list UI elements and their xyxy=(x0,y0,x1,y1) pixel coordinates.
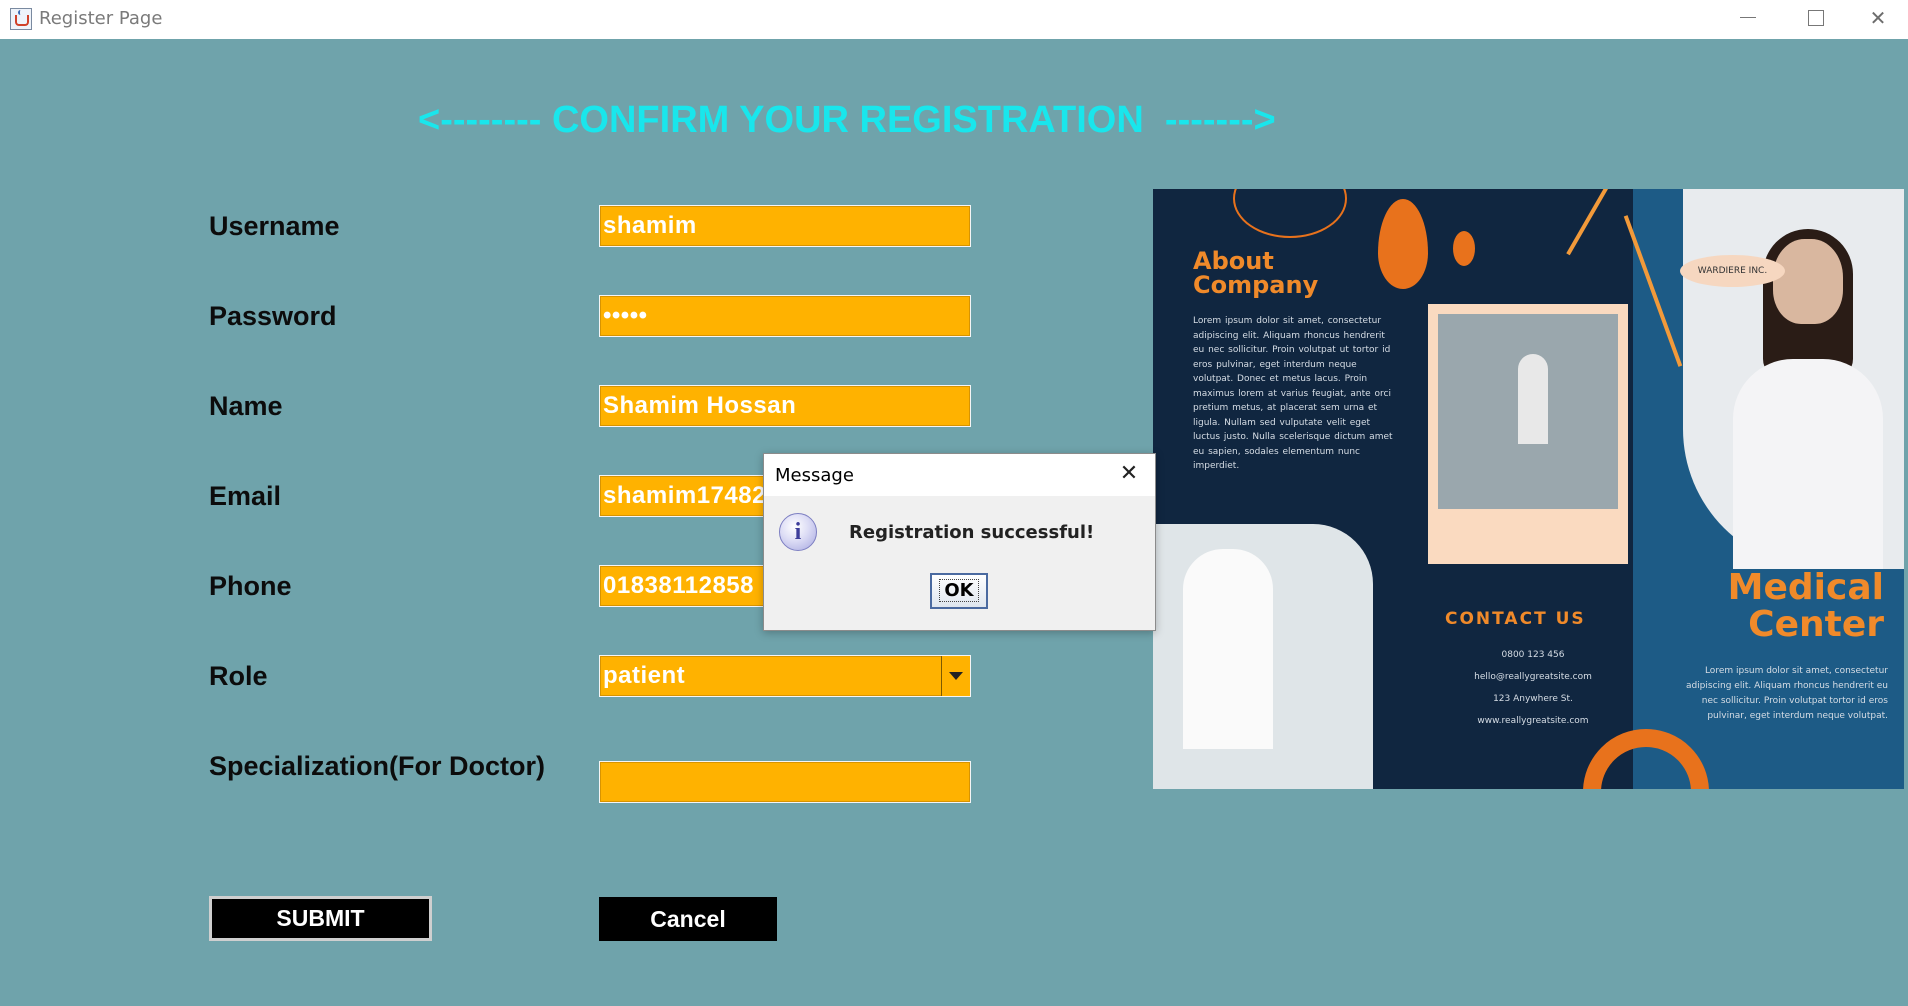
ok-button-label: OK xyxy=(939,579,979,602)
dialog-title-bar: Message ✕ xyxy=(764,454,1155,496)
brochure-contact-lines: 0800 123 456 hello@reallygreatsite.com 1… xyxy=(1463,644,1603,732)
role-selected-value: patient xyxy=(603,662,686,689)
phone-label: Phone xyxy=(209,571,292,601)
java-app-icon xyxy=(10,8,32,30)
brochure-group-photo xyxy=(1428,304,1628,564)
password-label: Password xyxy=(209,301,337,331)
password-field[interactable]: ••••• xyxy=(599,295,971,337)
close-icon: ✕ xyxy=(1119,461,1139,486)
close-icon: ✕ xyxy=(1869,6,1887,30)
drop-shape xyxy=(1453,231,1475,266)
brochure-medical-body: Lorem ipsum dolor sit amet, consectetur … xyxy=(1685,666,1888,721)
window-title: Register Page xyxy=(39,8,163,29)
title-bar: Register Page ✕ xyxy=(0,0,1908,39)
drop-shape xyxy=(1378,199,1428,289)
brochure-about-title: About Company xyxy=(1193,247,1319,299)
close-window-button[interactable]: ✕ xyxy=(1848,0,1908,36)
dialog-title: Message xyxy=(775,465,854,486)
contact-line: 123 Anywhere St. xyxy=(1493,694,1573,704)
role-dropdown[interactable]: patient xyxy=(599,655,971,697)
submit-button[interactable]: SUBMIT xyxy=(209,896,432,941)
brochure-tag: WARDIERE INC. xyxy=(1680,255,1785,287)
minimize-button[interactable] xyxy=(1716,0,1776,36)
email-label: Email xyxy=(209,481,282,511)
username-field[interactable]: shamim xyxy=(599,205,971,247)
name-label: Name xyxy=(209,391,283,421)
name-field[interactable]: Shamim Hossan xyxy=(599,385,971,427)
cancel-button[interactable]: Cancel xyxy=(599,897,777,941)
info-icon: i xyxy=(779,513,817,551)
medical-brochure-image: WARDIERE INC. About Company Lorem ipsum … xyxy=(1153,189,1904,789)
page-heading: <-------- CONFIRM YOUR REGISTRATION ----… xyxy=(418,99,1276,141)
contact-line: 0800 123 456 xyxy=(1501,650,1565,660)
brochure-contact-title: CONTACT US xyxy=(1445,609,1586,629)
brochure-about-body: Lorem ipsum dolor sit amet, consectetur … xyxy=(1193,316,1393,471)
brochure-medical-title: Medical Center xyxy=(1727,567,1884,645)
specialization-field[interactable] xyxy=(599,761,971,803)
dialog-close-button[interactable]: ✕ xyxy=(1114,460,1144,490)
chevron-down-icon[interactable] xyxy=(941,656,970,696)
username-label: Username xyxy=(209,211,340,241)
contact-line: www.reallygreatsite.com xyxy=(1477,716,1589,726)
message-dialog: Message ✕ i Registration successful! OK xyxy=(763,453,1156,631)
role-label: Role xyxy=(209,661,268,691)
maximize-button[interactable] xyxy=(1786,0,1846,36)
specialization-label: Specialization(For Doctor) xyxy=(209,751,546,781)
dialog-message: Registration successful! xyxy=(849,522,1095,543)
contact-line: hello@reallygreatsite.com xyxy=(1474,672,1592,682)
maximize-icon xyxy=(1808,10,1824,26)
minimize-icon xyxy=(1740,17,1756,18)
ok-button[interactable]: OK xyxy=(930,573,988,609)
